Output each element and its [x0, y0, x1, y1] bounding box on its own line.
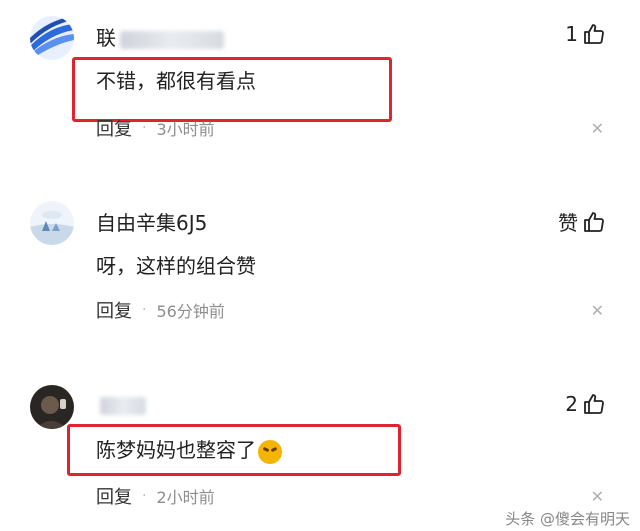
- username[interactable]: 自由辛集6J5: [96, 207, 207, 236]
- timestamp: 3小时前: [156, 120, 215, 139]
- like-button[interactable]: 2: [565, 392, 606, 416]
- reply-button[interactable]: 回复: [96, 483, 132, 509]
- thumbs-up-icon: [584, 394, 604, 414]
- redacted-name: [100, 396, 146, 415]
- like-button[interactable]: 1: [565, 22, 606, 46]
- comment-meta: 回复 · 56分钟前: [96, 297, 225, 323]
- username[interactable]: 联: [96, 22, 224, 51]
- comment-meta: 回复 · 2小时前: [96, 483, 215, 509]
- comment-text: 呀，这样的组合赞: [96, 254, 256, 278]
- close-icon[interactable]: ✕: [591, 119, 604, 138]
- avatar[interactable]: [30, 16, 74, 60]
- close-icon[interactable]: ✕: [591, 301, 604, 320]
- comment-meta: 回复 · 3小时前: [96, 115, 215, 141]
- close-icon[interactable]: ✕: [591, 487, 604, 506]
- separator: ·: [142, 302, 147, 318]
- separator: ·: [142, 488, 147, 504]
- thumbs-up-icon: [584, 211, 604, 232]
- redacted-name: [120, 30, 224, 49]
- like-label: 赞: [558, 211, 578, 235]
- like-count: 2: [565, 392, 578, 416]
- timestamp: 2小时前: [156, 488, 215, 507]
- laughing-crying-emoji-icon: [258, 439, 282, 464]
- like-button[interactable]: 赞: [558, 207, 606, 236]
- reply-button[interactable]: 回复: [96, 297, 132, 323]
- comment-text: 不错，都很有看点: [96, 69, 256, 93]
- like-count: 1: [565, 22, 578, 46]
- comment-text: 陈梦妈妈也整容了: [96, 434, 282, 464]
- avatar[interactable]: [30, 201, 74, 245]
- separator: ·: [142, 120, 147, 136]
- avatar[interactable]: [30, 385, 74, 429]
- comment-item: 联 1 不错，都很有看点 回复 · 3小时前 ✕: [0, 0, 640, 165]
- watermark: 头条 @傻会有明天: [505, 510, 630, 528]
- timestamp: 56分钟前: [156, 302, 225, 321]
- username[interactable]: [96, 392, 146, 416]
- reply-button[interactable]: 回复: [96, 115, 132, 141]
- thumbs-up-icon: [584, 24, 604, 44]
- comment-item: 自由辛集6J5 赞 呀，这样的组合赞 回复 · 56分钟前 ✕: [0, 185, 640, 335]
- comment-item: 2 陈梦妈妈也整容了 回复 · 2小时前 ✕: [0, 370, 640, 531]
